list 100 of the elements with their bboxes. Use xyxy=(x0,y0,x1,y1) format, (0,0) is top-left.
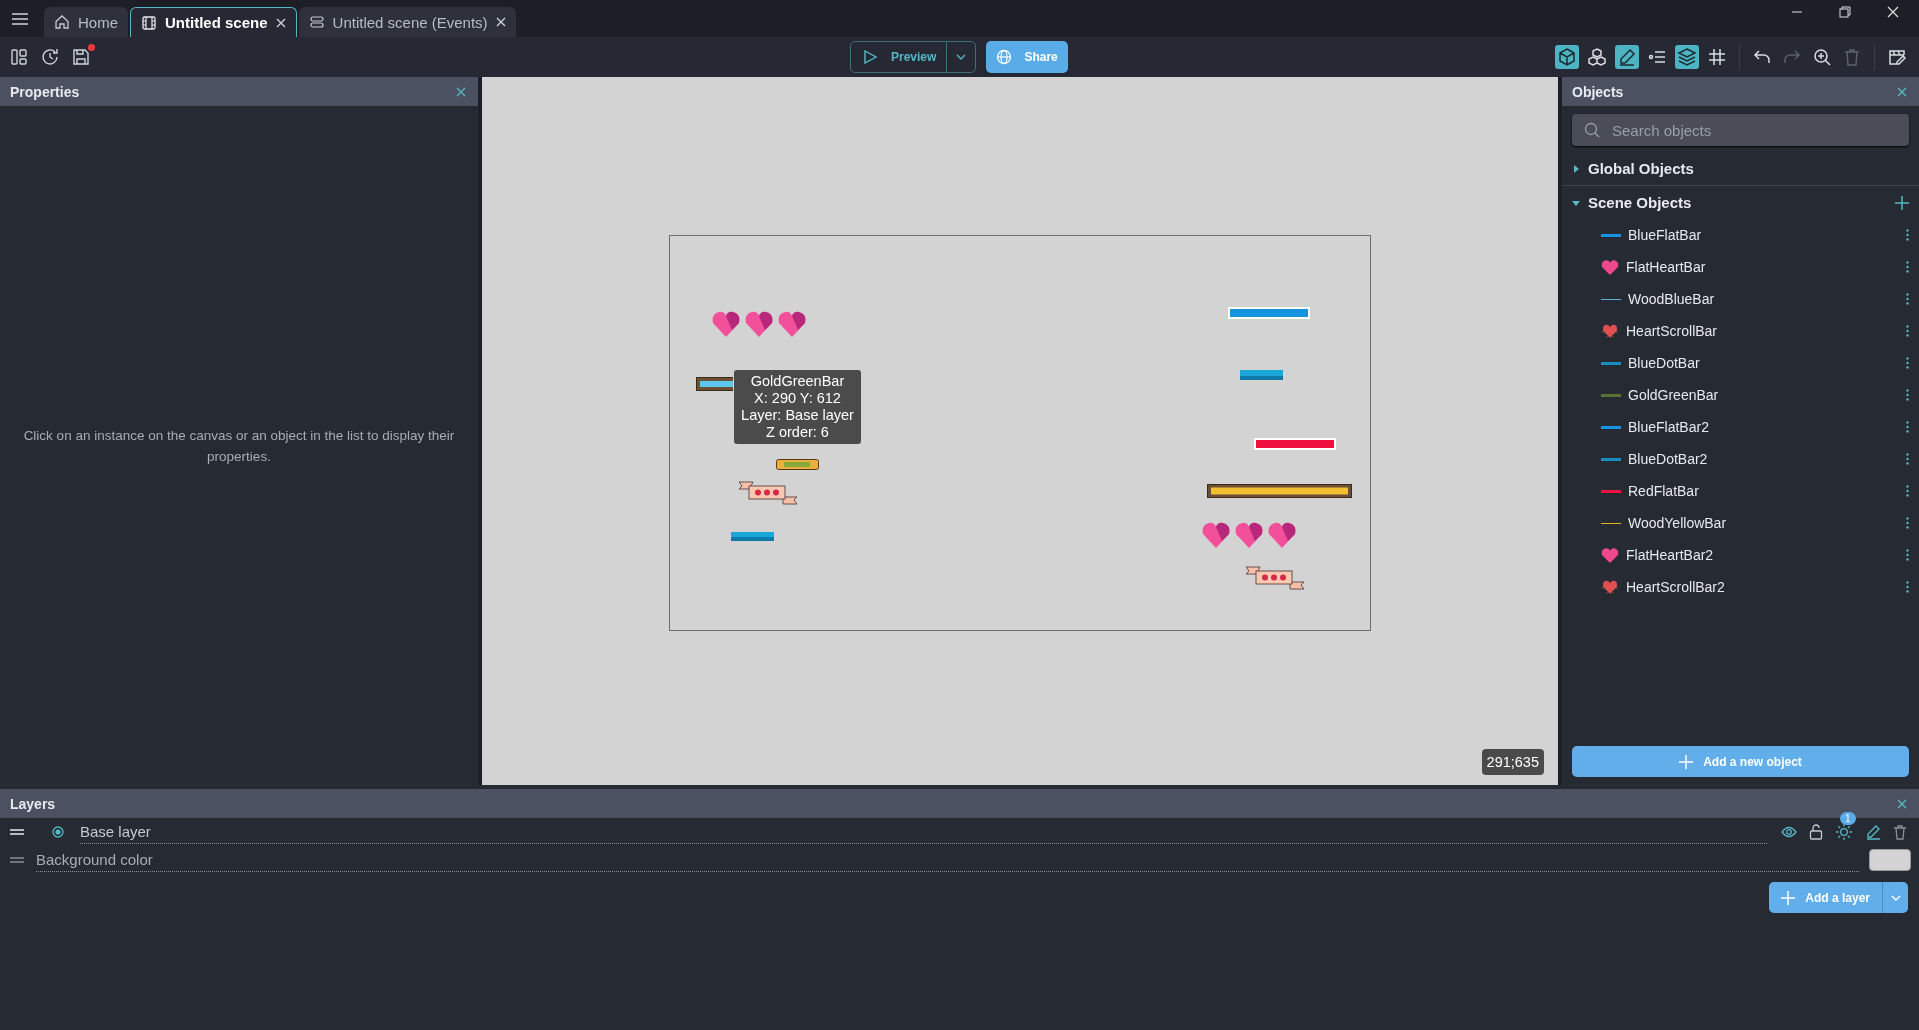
drag-handle-icon[interactable] xyxy=(10,857,24,863)
flat-strip-sprite[interactable] xyxy=(1254,438,1336,450)
list-icon xyxy=(308,14,325,30)
object-name: RedFlatBar xyxy=(1628,483,1699,499)
chevron-icon xyxy=(1890,894,1901,901)
layers-icon[interactable] xyxy=(1675,45,1699,69)
tab-label: Home xyxy=(78,13,118,31)
radio-button[interactable] xyxy=(52,826,64,838)
more-icon[interactable] xyxy=(1906,325,1909,337)
tooltip-line: GoldGreenBar xyxy=(749,373,846,390)
group-label[interactable]: Scene Objects xyxy=(1588,194,1692,211)
add-icon[interactable] xyxy=(1895,195,1909,210)
tab-label: Untitled scene (Events) xyxy=(332,13,488,31)
more-icon[interactable] xyxy=(1906,389,1909,401)
cursor-coordinates: 291;635 xyxy=(1481,749,1544,775)
caret-down-icon[interactable] xyxy=(1572,198,1580,207)
save-icon[interactable] xyxy=(72,48,90,66)
object-name: BlueDotBar2 xyxy=(1628,451,1708,467)
group-label[interactable]: Global Objects xyxy=(1588,160,1694,177)
panels-icon[interactable] xyxy=(10,48,28,66)
object-name: BlueFlatBar2 xyxy=(1628,419,1709,435)
object-item[interactable]: FlatHeartBar2 xyxy=(1562,539,1919,571)
object-name: FlatHeartBar xyxy=(1626,259,1706,275)
dotted-strip-sprite[interactable] xyxy=(1240,370,1283,380)
play-icon xyxy=(863,50,877,64)
tab-label: Untitled scene xyxy=(165,14,268,31)
wooden-strip-sprite[interactable] xyxy=(696,377,733,391)
tooltip-line: Z order: 6 xyxy=(765,424,830,441)
object-name: HeartScrollBar xyxy=(1626,323,1718,339)
scene-canvas[interactable]: GoldGreenBar X: 290 Y: 612 Layer: Base layer Z order: 6 291;635 xyxy=(482,77,1558,785)
object-name: BlueDotBar xyxy=(1628,355,1700,371)
framed-strip-sprite[interactable] xyxy=(776,459,819,470)
trash-icon[interactable] xyxy=(1893,824,1907,840)
wooden-strip-sprite[interactable] xyxy=(1207,484,1352,498)
plus-icon xyxy=(1781,890,1796,905)
tab[interactable]: Home xyxy=(44,7,128,37)
more-icon[interactable] xyxy=(1906,549,1909,561)
chevron-icon xyxy=(956,54,967,60)
background-color-label: Background color xyxy=(36,848,1859,872)
dotted-strip-sprite[interactable] xyxy=(731,532,774,541)
panel-title: Layers xyxy=(10,795,56,812)
more-icon[interactable] xyxy=(1906,293,1909,305)
panel-title: Objects xyxy=(1572,83,1624,100)
tab[interactable]: Untitled scene (Events) xyxy=(298,7,516,37)
close-icon[interactable] xyxy=(275,17,286,28)
object-item[interactable]: BlueFlatBar2 xyxy=(1562,411,1919,443)
flat-strip-sprite[interactable] xyxy=(1228,307,1310,319)
more-icon[interactable] xyxy=(1906,581,1909,593)
color-swatch[interactable] xyxy=(1869,849,1911,871)
more-icon[interactable] xyxy=(1906,261,1909,273)
object-name: FlatHeartBar2 xyxy=(1626,547,1714,563)
heart-scroll-sprite[interactable] xyxy=(739,481,797,505)
object-name: HeartScrollBar2 xyxy=(1626,579,1725,595)
object-item[interactable]: WoodYellowBar xyxy=(1562,507,1919,539)
panel-title: Properties xyxy=(10,83,80,100)
unlock-icon[interactable] xyxy=(1809,824,1823,840)
object-item[interactable]: HeartScrollBar2 xyxy=(1562,571,1919,603)
empty-state-message: Click on an instance on the canvas or an object in the list to display their properties. xyxy=(22,426,456,466)
more-icon[interactable] xyxy=(1906,229,1909,241)
hearts-sprite[interactable] xyxy=(712,310,808,338)
restore-icon[interactable] xyxy=(1839,6,1851,18)
menu-icon[interactable] xyxy=(12,12,28,25)
layer-name-field[interactable]: Base layer xyxy=(80,820,1767,844)
close-icon[interactable] xyxy=(495,17,506,27)
tooltip-line: X: 290 Y: 612 xyxy=(753,390,842,407)
tooltip-line: Layer: Base layer xyxy=(740,407,855,424)
heart-scroll-sprite[interactable] xyxy=(1246,566,1304,590)
more-icon[interactable] xyxy=(1906,517,1909,529)
object-name: BlueFlatBar xyxy=(1628,227,1702,243)
eye-icon[interactable] xyxy=(1781,824,1797,840)
more-icon[interactable] xyxy=(1906,421,1909,433)
more-icon[interactable] xyxy=(1906,453,1909,465)
film-icon xyxy=(141,14,157,31)
tab[interactable]: Untitled scene xyxy=(130,7,297,37)
history-icon[interactable] xyxy=(40,47,60,67)
plus-icon xyxy=(1679,754,1694,769)
cube-icon[interactable] xyxy=(1555,45,1579,69)
search-field[interactable]: Search objects xyxy=(1572,114,1909,146)
hearts-sprite[interactable] xyxy=(1202,521,1298,549)
sun-icon[interactable] xyxy=(1835,823,1853,841)
cubes-icon[interactable] xyxy=(1585,45,1609,69)
pencil-icon[interactable] xyxy=(1615,45,1639,69)
object-item[interactable]: FlatHeartBar xyxy=(1562,251,1919,283)
more-icon[interactable] xyxy=(1906,357,1909,369)
caret-right-icon[interactable] xyxy=(1572,164,1580,173)
object-item[interactable]: GoldGreenBar xyxy=(1562,379,1919,411)
object-item[interactable]: WoodBlueBar xyxy=(1562,283,1919,315)
object-name: WoodBlueBar xyxy=(1628,291,1715,307)
object-item[interactable]: BlueDotBar2 xyxy=(1562,443,1919,475)
object-item[interactable]: BlueFlatBar xyxy=(1562,219,1919,251)
object-item[interactable]: RedFlatBar xyxy=(1562,475,1919,507)
object-name: WoodYellowBar xyxy=(1628,515,1727,531)
pencil-icon[interactable] xyxy=(1865,824,1881,840)
object-name: GoldGreenBar xyxy=(1628,387,1719,403)
house-icon xyxy=(54,14,70,30)
object-item[interactable]: BlueDotBar xyxy=(1562,347,1919,379)
object-item[interactable]: HeartScrollBar xyxy=(1562,315,1919,347)
effects-count-badge: 1 xyxy=(1840,812,1856,825)
globe-icon xyxy=(996,49,1013,65)
more-icon[interactable] xyxy=(1906,485,1909,497)
